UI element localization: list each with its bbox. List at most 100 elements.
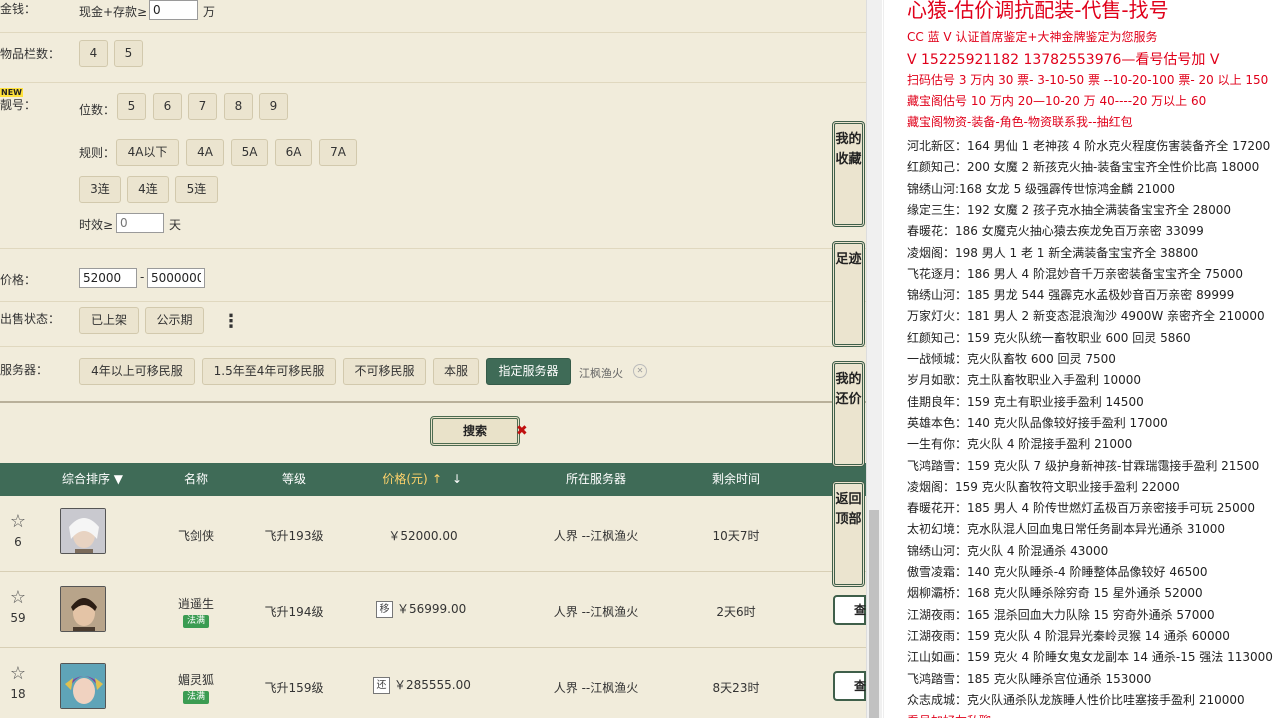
bargain-tag: 还 <box>373 677 390 694</box>
favorite-star-icon[interactable]: ☆ <box>8 511 28 532</box>
consecutive-option-3[interactable]: 3连 <box>79 176 121 203</box>
rule-option-6a[interactable]: 6A <box>275 139 312 166</box>
search-close-icon[interactable]: ✖ <box>516 423 528 439</box>
character-name[interactable]: 逍遥生 <box>166 595 226 612</box>
price-sort-up-icon[interactable]: ↑ <box>430 463 444 496</box>
digits-option-9[interactable]: 9 <box>259 93 288 120</box>
filter-row-sale-status: 出售状态： 已上架 公示期 ⋮ <box>0 302 866 347</box>
rules-label: 规则： <box>79 146 116 160</box>
view-button[interactable]: 查 <box>833 595 866 625</box>
full-magic-badge: 法满 <box>182 691 209 704</box>
avatar[interactable] <box>60 663 106 709</box>
more-options-icon[interactable]: ⋮ <box>222 311 240 332</box>
price-sort-down-icon[interactable]: ↓ <box>450 463 464 496</box>
listing-note-line: 飞花逐月：186 男人 4 阶混妙音千万亲密装备宝宝齐全 75000 <box>907 266 1243 281</box>
price-label: 价格： <box>0 273 37 287</box>
promo-line: V 15225921182 13782553976—看号估号加 V <box>907 52 1220 69</box>
money-input[interactable] <box>149 0 198 20</box>
price-max-input[interactable] <box>147 268 205 288</box>
full-magic-badge-wrap: 法满 <box>166 612 226 628</box>
price-min-input[interactable] <box>79 268 137 288</box>
price-cell: 移 ￥56999.00 <box>376 600 476 618</box>
tab-my-bargains[interactable]: 我的还价 <box>832 361 865 467</box>
header-name: 名称 <box>183 472 208 486</box>
server-option-local[interactable]: 本服 <box>433 358 479 385</box>
character-price: ￥52000.00 <box>388 529 458 543</box>
avatar[interactable] <box>60 586 106 632</box>
status-option-announce[interactable]: 公示期 <box>145 307 204 334</box>
listing-note-line: 春暖花：186 女魔克火抽心猿去疾龙免百万亲密 33099 <box>907 224 1204 239</box>
character-name[interactable]: 媚灵狐 <box>166 671 226 688</box>
character-server: 人界 --江枫渔火 <box>553 681 639 695</box>
favorite-count: 59 <box>10 611 26 625</box>
table-row[interactable]: ☆ 59 逍遥生 法满 飞升194级 移 ￥56999.00 人界 --江枫渔火 … <box>0 573 866 648</box>
listing-note-line: 锦绣山河:168 女龙 5 级强霹传世惊鸿金麟 21000 <box>907 181 1176 196</box>
validity-label: 时效≥ <box>79 218 114 232</box>
listing-note-line: 傲雪凌霜：140 克火队睡杀-4 阶睡整体品像较好 46500 <box>907 565 1208 579</box>
listing-note-line: 缘定三生：192 女魔 2 孩子克水抽全满装备宝宝齐全 28000 <box>907 202 1231 217</box>
notes-panel: 心猿-估价调抗配装-代售-找号 CC 蓝 V 认证首席鉴定+大神金牌鉴定为您服务 V… <box>883 0 1280 718</box>
table-row[interactable]: ☆ 6 飞剑侠 飞升193级 ￥52000.00 人界 --江枫渔火 10天7时 <box>0 497 866 572</box>
rule-option-7a[interactable]: 7A <box>319 139 357 166</box>
scrollbar-thumb[interactable] <box>869 510 879 718</box>
header-level: 等级 <box>281 472 306 486</box>
character-level: 飞升193级 <box>264 529 324 543</box>
full-magic-badge: 法满 <box>182 615 209 628</box>
full-magic-badge-wrap: 法满 <box>166 688 226 704</box>
listing-note-line: 锦绣山河：185 男龙 544 强霹克水孟极妙音百万亲密 89999 <box>907 288 1235 303</box>
avatar[interactable] <box>60 508 106 554</box>
status-option-listed[interactable]: 已上架 <box>79 307 139 334</box>
inventory-option-4[interactable]: 4 <box>79 40 108 67</box>
search-button[interactable]: 搜索 <box>430 416 520 446</box>
consecutive-option-4[interactable]: 4连 <box>127 176 169 203</box>
listing-note-line: 岁月如歌：克土队畜牧职业入手盈利 10000 <box>907 373 1141 388</box>
server-chip-close-icon[interactable]: ✕ <box>633 364 647 378</box>
inventory-option-5[interactable]: 5 <box>114 40 143 67</box>
digits-option-7[interactable]: 7 <box>188 93 217 120</box>
promo-line: 藏宝阁估号 10 万内 20—10-20 万 40----20 万以上 60 <box>907 93 1207 108</box>
server-chip: 江枫渔火 <box>579 367 623 380</box>
listing-note-line: 凌烟阁：159 克火队畜牧符文职业接手盈利 22000 <box>907 479 1180 494</box>
account-label: 靓号： <box>0 98 37 112</box>
digits-option-5[interactable]: 5 <box>117 93 146 120</box>
server-option-4y[interactable]: 4年以上可移民服 <box>79 358 195 385</box>
consecutive-option-5[interactable]: 5连 <box>175 176 218 203</box>
listing-note-line: 佳期良年：159 克土有职业接手盈利 14500 <box>907 394 1144 409</box>
digits-label: 位数： <box>79 103 116 117</box>
character-price: ￥56999.00 <box>397 602 467 616</box>
character-name[interactable]: 飞剑侠 <box>166 527 226 544</box>
character-price: ￥285555.00 <box>394 678 471 692</box>
character-server: 人界 --江枫渔火 <box>553 529 639 543</box>
filter-row-inventory: 物品栏数： 4 5 <box>0 33 866 83</box>
rule-option-below-4a[interactable]: 4A以下 <box>116 139 179 166</box>
favorite-star-icon[interactable]: ☆ <box>8 587 28 608</box>
price-separator: - <box>140 270 145 284</box>
tab-my-favorites[interactable]: 我的收藏 <box>832 121 865 227</box>
server-option-no-migrate[interactable]: 不可移民服 <box>343 358 426 385</box>
digits-option-8[interactable]: 8 <box>224 93 253 120</box>
table-row[interactable]: ☆ 18 媚灵狐 法满 飞升159级 还 ￥285555.00 人界 --江枫渔火… <box>0 649 866 718</box>
rule-option-4a[interactable]: 4A <box>186 139 224 166</box>
header-server: 所在服务器 <box>565 472 626 486</box>
header-time: 剩余时间 <box>711 472 760 486</box>
inventory-label: 物品栏数： <box>0 47 61 61</box>
character-level: 飞升159级 <box>264 681 324 695</box>
view-button[interactable]: 查 <box>833 671 866 701</box>
digits-option-6[interactable]: 6 <box>153 93 182 120</box>
sale-status-label: 出售状态： <box>0 312 61 326</box>
character-server: 人界 --江枫渔火 <box>553 605 639 619</box>
server-option-1-5y[interactable]: 1.5年至4年可移民服 <box>202 358 336 385</box>
header-price[interactable]: 价格(元) <box>375 463 435 496</box>
listing-note-line: 江山如画：159 克火 4 阶睡女鬼女龙副本 14 通杀-15 强法 11300… <box>907 650 1273 665</box>
listing-note-line: 锦绣山河：克火队 4 阶混通杀 43000 <box>907 543 1109 558</box>
money-prefix: 现金+存款≥ <box>79 5 148 19</box>
tab-back-to-top[interactable]: 返回顶部 <box>832 481 865 587</box>
remaining-time: 2天6时 <box>716 605 756 619</box>
favorite-star-icon[interactable]: ☆ <box>8 663 28 684</box>
rule-option-5a[interactable]: 5A <box>231 139 268 166</box>
tab-footprints[interactable]: 足迹 <box>832 241 865 347</box>
favorite-count: 18 <box>10 687 26 701</box>
server-option-specified[interactable]: 指定服务器 <box>486 358 571 385</box>
validity-input[interactable] <box>116 213 164 233</box>
sort-dropdown[interactable]: 综合排序 ▼ <box>55 463 130 496</box>
